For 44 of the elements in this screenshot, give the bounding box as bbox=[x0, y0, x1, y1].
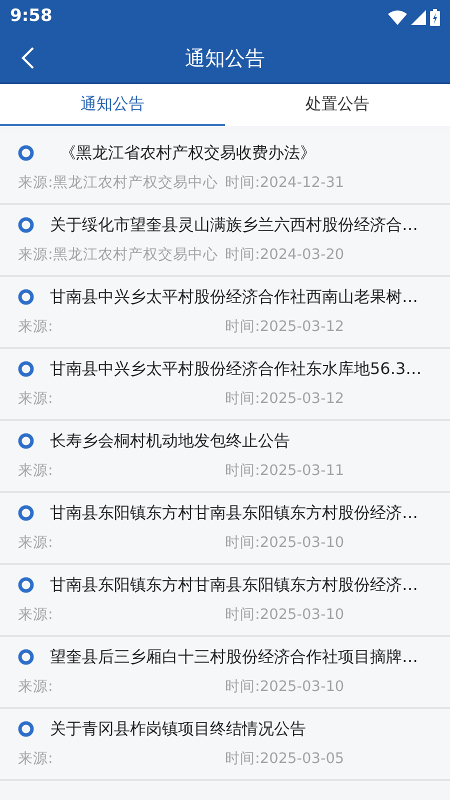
notice-title: 长寿乡会桐村机动地发包终止公告 bbox=[50, 430, 290, 452]
notice-title: 《黑龙江省农村产权交易收费办法》 bbox=[60, 142, 316, 164]
ring-icon bbox=[18, 289, 34, 306]
status-time: 9:58 bbox=[10, 5, 52, 28]
ring-icon bbox=[18, 361, 34, 378]
ring-icon bbox=[18, 217, 34, 234]
tab[interactable]: 通知公告 bbox=[0, 84, 225, 126]
notice-title: 甘南县东阳镇东方村甘南县东阳镇东方村股份经济… bbox=[50, 502, 418, 524]
notice-time: 时间:2025-03-05 bbox=[225, 750, 344, 770]
notice-source: 来源: bbox=[18, 750, 54, 770]
notice-source: 来源: bbox=[18, 318, 54, 338]
notice-title: 甘南县东阳镇东方村甘南县东阳镇东方村股份经济… bbox=[50, 574, 418, 596]
notice-title: 甘南县中兴乡太平村股份经济合作社西南山老果树… bbox=[50, 286, 418, 308]
ring-icon bbox=[18, 577, 34, 594]
signal-icon bbox=[411, 10, 426, 24]
notice-title: 甘南县中兴乡太平村股份经济合作社东水库地56.3… bbox=[50, 358, 422, 380]
wifi-icon bbox=[388, 10, 407, 24]
notice-time: 时间:2025-03-10 bbox=[225, 678, 344, 698]
notice-source: 来源: bbox=[18, 390, 54, 410]
tab[interactable]: 处置公告 bbox=[225, 84, 450, 126]
back-icon bbox=[21, 47, 35, 69]
notice-title: 关于绥化市望奎县灵山满族乡兰六西村股份经济合… bbox=[50, 214, 418, 236]
notice-time: 时间:2025-03-10 bbox=[225, 534, 344, 554]
notice-source: 来源: bbox=[18, 462, 54, 482]
notice-time: 时间:2024-03-20 bbox=[225, 246, 344, 266]
ring-icon bbox=[18, 145, 34, 162]
notice-source: 来源:黑龙江农村产权交易中心 bbox=[18, 174, 219, 194]
notice-source: 来源: bbox=[18, 678, 54, 698]
notice-time: 时间:2025-03-12 bbox=[225, 390, 344, 410]
notice-source: 来源: bbox=[18, 606, 54, 626]
ring-icon bbox=[18, 433, 34, 450]
notice-source: 来源:黑龙江农村产权交易中心 bbox=[18, 246, 219, 266]
ring-icon bbox=[18, 721, 34, 738]
notice-source: 来源: bbox=[18, 534, 54, 554]
notice-title: 望奎县后三乡厢白十三村股份经济合作社项目摘牌… bbox=[50, 646, 418, 668]
notice-time: 时间:2025-03-10 bbox=[225, 606, 344, 626]
notice-time: 时间:2025-03-11 bbox=[225, 462, 344, 482]
ring-icon bbox=[18, 649, 34, 666]
battery-icon bbox=[430, 8, 440, 26]
notice-time: 时间:2024-12-31 bbox=[225, 174, 344, 194]
notice-title: 关于青冈县柞岗镇项目终结情况公告 bbox=[50, 718, 306, 740]
ring-icon bbox=[18, 505, 34, 522]
page-title: 通知公告 bbox=[185, 45, 265, 72]
notice-time: 时间:2025-03-12 bbox=[225, 318, 344, 338]
